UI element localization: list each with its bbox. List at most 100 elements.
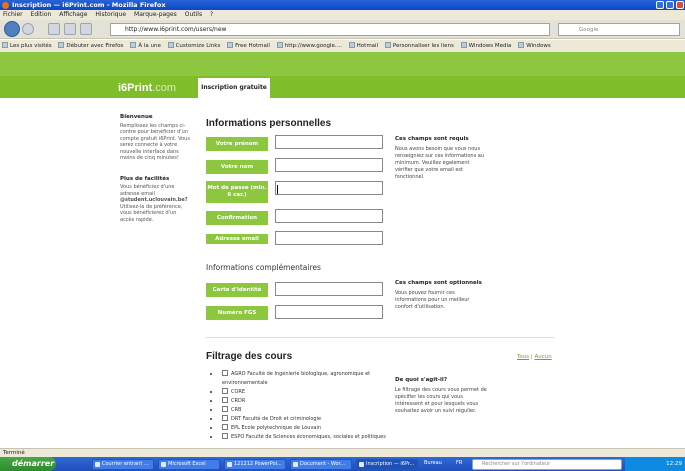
system-tray: 12:29 xyxy=(625,457,685,471)
bookmark-item[interactable]: Débuter avec Firefox xyxy=(58,40,124,52)
fgs-field[interactable] xyxy=(275,305,383,319)
bookmark-icon xyxy=(518,42,525,48)
reload-button[interactable] xyxy=(48,23,60,35)
bookmark-item[interactable]: Windows xyxy=(518,40,551,52)
text-caret xyxy=(277,185,278,194)
desktop-search-input[interactable]: Rechercher sur l'ordinateur xyxy=(472,459,622,470)
course-checkbox[interactable] xyxy=(222,397,228,403)
bookmark-item[interactable]: Windows Media xyxy=(460,40,511,52)
sidebar: Bienvenue Remplissez les champs ci-contr… xyxy=(120,114,192,237)
firefox-icon xyxy=(359,462,364,467)
required-text: Nous avons besoin que vous nous renseign… xyxy=(395,146,485,180)
bookmark-item[interactable]: Customize Links xyxy=(167,40,220,52)
firstname-field[interactable] xyxy=(275,135,383,149)
lastname-label: Votre nom xyxy=(206,160,268,174)
search-placeholder: Google xyxy=(579,27,599,33)
forward-button[interactable] xyxy=(22,23,34,35)
clock: 12:29 xyxy=(666,461,682,467)
stop-button[interactable] xyxy=(64,23,76,35)
list-item[interactable]: CORE xyxy=(210,388,390,397)
bullet xyxy=(210,409,212,411)
list-item[interactable]: EPL Ecole polytechnique de Louvain xyxy=(210,424,390,433)
fgs-label: Numéro FGS xyxy=(206,306,268,320)
divider xyxy=(206,337,554,338)
password-field[interactable] xyxy=(275,181,383,195)
bookmarks-bar: Les plus visités Débuter avec Firefox À … xyxy=(0,40,685,52)
course-checkbox[interactable] xyxy=(222,406,228,412)
bookmark-item[interactable]: Personnaliser les liens xyxy=(384,40,454,52)
list-item[interactable]: CRB xyxy=(210,406,390,415)
menu-outils[interactable]: Outils xyxy=(185,11,202,18)
perks-text: Vous bénéficiez d'une adresse email @stu… xyxy=(120,184,188,223)
course-checkbox[interactable] xyxy=(222,370,228,376)
course-checkbox[interactable] xyxy=(222,388,228,394)
menu-marque-pages[interactable]: Marque-pages xyxy=(134,11,177,18)
bookmark-item[interactable]: Les plus visités xyxy=(2,40,52,52)
taskbar-item[interactable]: Microsoft Excel xyxy=(158,459,220,470)
status-text: Terminé xyxy=(3,450,25,456)
bookmark-item[interactable]: Hotmail xyxy=(348,40,378,52)
course-checkbox[interactable] xyxy=(222,424,228,430)
course-list: AGRO Faculté de Ingénierie biologique, a… xyxy=(210,370,390,442)
select-all-link[interactable]: Tous xyxy=(517,354,529,360)
tab-inscription[interactable]: Inscription gratuite xyxy=(198,78,270,98)
filter-title: Filtrage des cours xyxy=(206,351,293,362)
page-content: i6Print.com Inscription gratuite Bienven… xyxy=(0,52,685,448)
back-button[interactable] xyxy=(4,21,20,37)
list-item[interactable]: AGRO Faculté de Ingénierie biologique, a… xyxy=(210,370,390,388)
bookmark-icon xyxy=(58,42,65,48)
powerpoint-icon xyxy=(227,462,232,467)
menu-historique[interactable]: Historique xyxy=(95,11,126,18)
search-input[interactable]: Google xyxy=(558,23,680,36)
start-button[interactable]: démarrer xyxy=(0,457,56,471)
menu-affichage[interactable]: Affichage xyxy=(59,11,87,18)
idcard-field[interactable] xyxy=(275,282,383,296)
excel-icon xyxy=(161,462,166,467)
close-button[interactable] xyxy=(676,1,684,9)
bookmark-item[interactable]: À la une xyxy=(130,40,161,52)
bookmark-icon xyxy=(460,42,467,48)
url-bar[interactable]: http://www.i6print.com/users/new xyxy=(110,23,550,36)
bookmark-item[interactable]: http://www.google.... xyxy=(276,40,342,52)
perks-title: Plus de facilités xyxy=(120,175,170,182)
bookmark-item[interactable]: Free Hotmail xyxy=(227,40,270,52)
optional-title: Ces champs sont optionnels xyxy=(395,280,482,286)
menu-edition[interactable]: Edition xyxy=(31,11,52,18)
site-logo[interactable]: i6Print.com xyxy=(118,82,176,94)
logo-band xyxy=(0,76,685,98)
maximize-button[interactable] xyxy=(666,1,674,9)
required-title: Ces champs sont requis xyxy=(395,136,469,142)
firefox-icon xyxy=(2,2,9,9)
bullet xyxy=(210,418,212,420)
extra-title: Informations complémentaires xyxy=(206,263,321,272)
list-item[interactable]: CRDR xyxy=(210,397,390,406)
list-item[interactable]: ESPO Faculté de Sciences économiques, so… xyxy=(210,433,390,442)
lastname-field[interactable] xyxy=(275,158,383,172)
minimize-button[interactable] xyxy=(656,1,664,9)
filter-info-text: Le filtrage des cours vous permet de spé… xyxy=(395,387,487,414)
form-title: Informations personnelles xyxy=(206,118,332,129)
home-button[interactable] xyxy=(80,23,92,35)
filter-info-title: De quoi s'agit-il? xyxy=(395,377,448,383)
taskbar-item[interactable]: Document - Wor... xyxy=(290,459,352,470)
list-item[interactable]: DRT Faculté de Droit et criminologie xyxy=(210,415,390,424)
course-checkbox[interactable] xyxy=(222,433,228,439)
filter-links: Tous | Aucun xyxy=(517,354,552,360)
email-label: Adresse email xyxy=(206,234,268,244)
idcard-label: Carte d'identité xyxy=(206,283,268,297)
taskbar-desktop[interactable]: Bureau xyxy=(422,459,452,470)
menu-help[interactable]: ? xyxy=(210,11,213,18)
taskbar-item[interactable]: 121212 PowerPoi... xyxy=(224,459,286,470)
course-checkbox[interactable] xyxy=(222,415,228,421)
menu-fichier[interactable]: Fichier xyxy=(3,11,23,18)
taskbar-item[interactable]: Courrier entrant ... xyxy=(92,459,154,470)
bookmark-icon xyxy=(348,42,355,48)
taskbar-item-active[interactable]: Inscription — i6Pr... xyxy=(356,459,418,470)
language-indicator[interactable]: FR xyxy=(454,459,470,470)
password-label: Mot de passe (min. 6 car.) xyxy=(206,181,268,203)
select-none-link[interactable]: Aucun xyxy=(535,354,552,360)
email-field[interactable] xyxy=(275,231,383,245)
navigation-toolbar: http://www.i6print.com/users/new Google xyxy=(0,20,685,39)
window-title: Inscription — i6Print.com - Mozilla Fire… xyxy=(12,1,166,9)
confirmation-field[interactable] xyxy=(275,209,383,223)
